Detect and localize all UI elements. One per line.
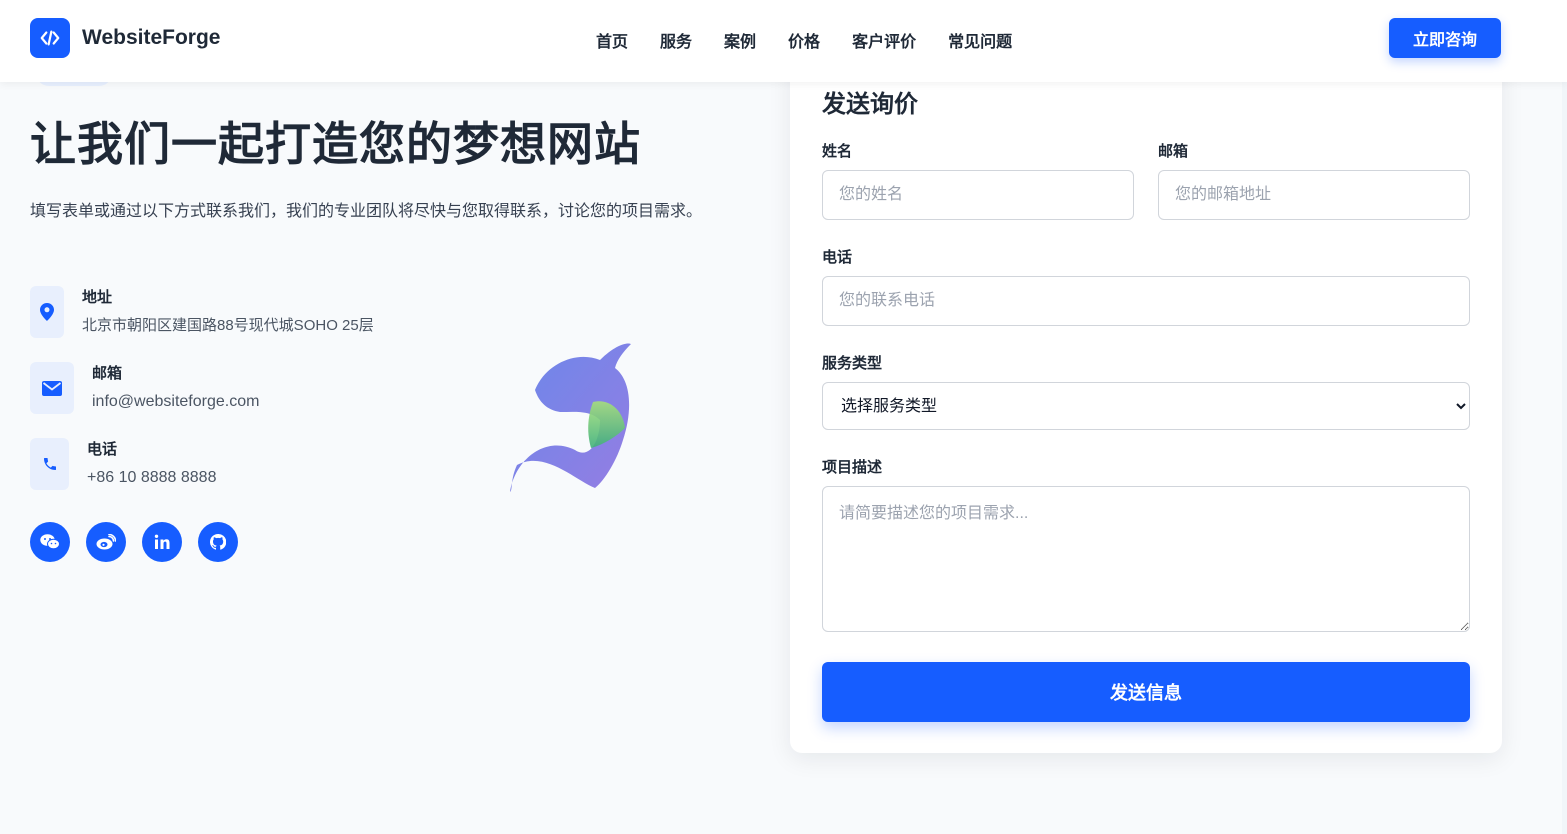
service-type-select[interactable]: 选择服务类型: [822, 382, 1470, 430]
envelope-icon: [30, 362, 74, 414]
nav-item-cases[interactable]: 案例: [724, 28, 756, 52]
service-type-label: 服务类型: [822, 355, 883, 372]
map-pin-icon: [30, 286, 64, 338]
contact-phone: 电话 +86 10 8888 8888: [30, 438, 216, 492]
wechat-icon[interactable]: [30, 522, 70, 562]
code-icon: [30, 18, 70, 58]
nav-item-services[interactable]: 服务: [660, 28, 692, 52]
linkedin-icon[interactable]: [142, 522, 182, 562]
github-icon[interactable]: [198, 522, 238, 562]
contact-label: 地址: [82, 289, 113, 306]
name-input[interactable]: [822, 170, 1134, 220]
main-nav: 首页 服务 案例 价格 客户评价 常见问题: [596, 28, 1044, 52]
contact-email: 邮箱 info@websiteforge.com: [30, 362, 259, 416]
email-label: 邮箱: [1158, 143, 1189, 160]
contact-label: 邮箱: [92, 365, 123, 382]
nav-item-home[interactable]: 首页: [596, 28, 628, 52]
nav-item-pricing[interactable]: 价格: [788, 28, 820, 52]
social-links: [30, 522, 254, 562]
project-description-textarea[interactable]: [822, 486, 1470, 632]
brand-logo[interactable]: WebsiteForge: [30, 18, 220, 58]
contact-address: 地址 北京市朝阳区建国路88号现代城SOHO 25层: [30, 286, 374, 340]
weibo-icon[interactable]: [86, 522, 126, 562]
phone-icon: [30, 438, 69, 490]
page-title: 让我们一起打造您的梦想网站: [30, 118, 641, 170]
page-description: 填写表单或通过以下方式联系我们，我们的专业团队将尽快与您取得联系，讨论您的项目需…: [30, 203, 703, 220]
site-header: WebsiteForge 首页 服务 案例 价格 客户评价 常见问题 立即咨询: [0, 0, 1567, 82]
phone-input[interactable]: [822, 276, 1470, 326]
page-scrollbar[interactable]: [1562, 0, 1567, 834]
project-description-label: 项目描述: [822, 459, 883, 476]
contact-value: 北京市朝阳区建国路88号现代城SOHO 25层: [82, 317, 374, 334]
phone-label: 电话: [822, 249, 853, 266]
brand-name: WebsiteForge: [82, 26, 221, 49]
inquiry-form-card: 发送询价 姓名 邮箱 电话 服务类型 选择服务类型 项目描述 发送信息: [790, 50, 1502, 753]
contact-label: 电话: [87, 441, 118, 458]
nav-item-faq[interactable]: 常见问题: [948, 28, 1012, 52]
name-label: 姓名: [822, 143, 853, 160]
email-input[interactable]: [1158, 170, 1470, 220]
consult-now-button[interactable]: 立即咨询: [1389, 18, 1501, 58]
contact-value: info@websiteforge.com: [92, 393, 260, 410]
contact-value: +86 10 8888 8888: [87, 469, 217, 486]
send-message-button[interactable]: 发送信息: [822, 662, 1470, 722]
dragon-logo-graphic: [510, 343, 631, 492]
form-title: 发送询价: [822, 91, 918, 118]
nav-item-testimonials[interactable]: 客户评价: [852, 28, 916, 52]
